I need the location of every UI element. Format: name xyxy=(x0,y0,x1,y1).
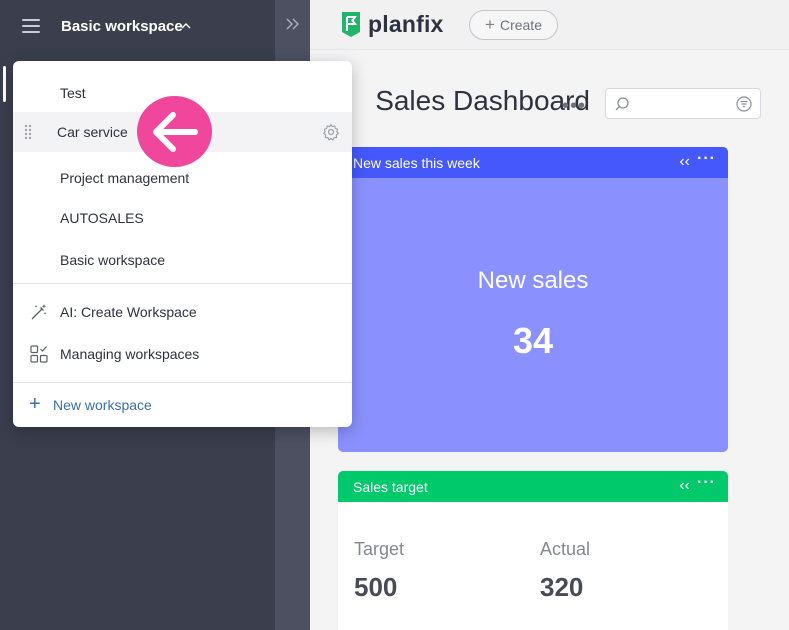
metric-label: New sales xyxy=(477,267,589,294)
workspaces-grid-icon xyxy=(30,345,48,363)
workspace-item-label: Test xyxy=(60,85,86,101)
action-label: AI: Create Workspace xyxy=(60,304,197,320)
new-workspace-button[interactable]: + New workspace xyxy=(13,385,352,425)
plus-icon: + xyxy=(485,15,495,34)
target-label: Target xyxy=(354,539,405,559)
actual-block: Actual 320 xyxy=(540,539,590,603)
magic-wand-icon xyxy=(31,304,47,320)
create-button[interactable]: + Create xyxy=(469,10,558,40)
widget-title: New sales this week xyxy=(353,154,480,171)
managing-workspaces-button[interactable]: Managing workspaces xyxy=(13,334,352,374)
hamburger-menu-icon[interactable] xyxy=(22,19,40,33)
actual-label: Actual xyxy=(540,539,591,559)
planfix-logo[interactable]: planfix xyxy=(340,10,444,38)
main-content: Sales Dashboard ••• New sales this week … xyxy=(310,51,789,630)
widget-sales-target[interactable]: Sales target ‹‹ ··· Target 500 Actual 32… xyxy=(338,471,728,630)
gear-icon[interactable] xyxy=(322,123,340,141)
metric-value: 34 xyxy=(512,320,554,361)
callout-arrow-circle xyxy=(137,96,212,167)
widget-header: Sales target ‹‹ ··· xyxy=(338,471,728,502)
ai-create-workspace-button[interactable]: AI: Create Workspace xyxy=(13,292,352,332)
chevron-up-icon[interactable] xyxy=(181,21,191,31)
create-button-label: Create xyxy=(499,17,542,33)
workspace-item-label: Basic workspace xyxy=(60,252,166,268)
widget-menu-icon[interactable]: ··· xyxy=(697,150,716,168)
double-chevron-left-icon[interactable]: ‹‹ xyxy=(679,477,690,495)
page-title: Sales Dashboard xyxy=(375,85,590,116)
workspace-item-autosales[interactable]: AUTOSALES xyxy=(13,198,352,238)
action-label: Managing workspaces xyxy=(60,346,200,362)
double-chevron-left-icon[interactable]: ‹‹ xyxy=(679,153,690,171)
double-chevron-right-icon[interactable] xyxy=(283,14,303,34)
sidebar-header: Basic workspace xyxy=(0,0,275,56)
workspace-item-basic-workspace[interactable]: Basic workspace xyxy=(13,240,352,280)
workspace-item-label: Car service xyxy=(57,124,128,140)
dropdown-divider xyxy=(13,382,352,383)
dropdown-divider xyxy=(13,283,352,284)
widget-menu-icon[interactable]: ··· xyxy=(697,474,716,492)
search-icon xyxy=(615,97,629,111)
arrow-left-icon xyxy=(153,112,198,152)
plus-icon: + xyxy=(29,393,41,415)
filter-icon[interactable] xyxy=(736,96,752,112)
target-block: Target 500 xyxy=(354,539,404,603)
drag-handle-icon[interactable] xyxy=(23,123,33,141)
widget-title: Sales target xyxy=(353,478,428,495)
widget-header: New sales this week ‹‹ ··· xyxy=(338,147,728,178)
workspace-switcher-button[interactable]: Basic workspace xyxy=(61,18,183,35)
new-workspace-label: New workspace xyxy=(53,397,152,413)
target-value: 500 xyxy=(354,572,398,602)
workspace-item-label: AUTOSALES xyxy=(60,210,144,226)
planfix-flag-icon xyxy=(342,12,360,37)
widget-new-sales[interactable]: New sales this week ‹‹ ··· New sales 34 xyxy=(338,147,728,452)
top-bar: planfix + Create xyxy=(310,0,789,50)
logo-text: planfix xyxy=(368,10,444,37)
more-dots-icon[interactable]: ••• xyxy=(562,95,586,118)
actual-value: 320 xyxy=(540,572,584,602)
workspace-item-label: Project management xyxy=(60,170,190,186)
active-indicator xyxy=(3,66,6,102)
search-input[interactable] xyxy=(605,88,761,119)
